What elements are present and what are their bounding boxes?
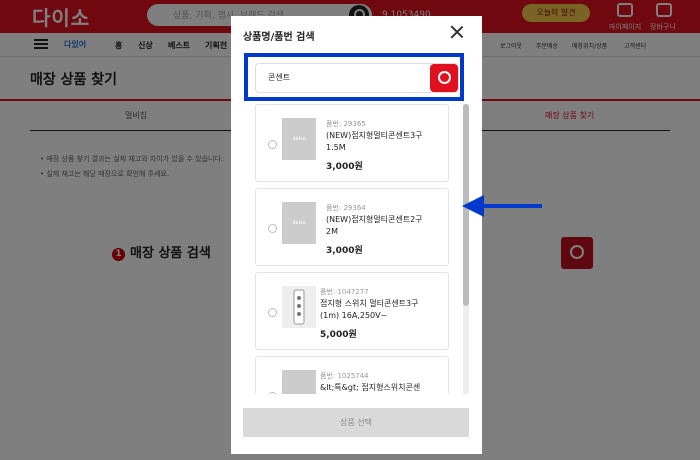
product-thumbnail: daiso <box>282 118 316 160</box>
product-price: 5,000원 <box>320 330 357 340</box>
modal-title: 상품명/품번 검색 <box>243 32 315 43</box>
product-card[interactable]: 품번: 1047277 접지형 스위치 멀티콘센트3구 (1m) 16A,250… <box>255 272 449 350</box>
product-name: 접지형 스위치 멀티콘센트3구 <box>320 299 419 308</box>
product-name-line2: 1.5M <box>326 143 346 152</box>
product-name-line2: 2M <box>326 227 338 236</box>
product-list[interactable]: daiso 품번: 29365 (NEW)접지형멀티콘센트3구 1.5M 3,0… <box>255 104 451 394</box>
product-card[interactable]: 품번: 1025744 &lt;특&gt; 접지형스위치콘센 <box>255 356 449 394</box>
product-sku: 품번: 29365 <box>326 120 366 128</box>
product-search-input[interactable]: 콘센트 <box>255 63 459 93</box>
product-radio[interactable] <box>268 392 277 394</box>
product-radio[interactable] <box>268 224 277 233</box>
product-card[interactable]: daiso 품번: 29365 (NEW)접지형멀티콘센트3구 1.5M 3,0… <box>255 104 449 182</box>
product-radio[interactable] <box>268 140 277 149</box>
product-price: 3,000원 <box>326 246 363 256</box>
product-card[interactable]: daiso 품번: 29364 (NEW)접지형멀티콘센트2구 2M 3,000… <box>255 188 449 266</box>
product-sku: 품번: 1047277 <box>320 288 369 296</box>
product-thumbnail <box>282 370 316 394</box>
modal-search-button[interactable] <box>430 64 458 92</box>
select-product-button[interactable]: 상품 선택 <box>243 408 469 437</box>
product-name-line2: (1m) 16A,250V~ <box>320 311 388 320</box>
pointer-arrow-icon <box>462 195 542 217</box>
power-strip-image <box>293 289 305 325</box>
product-name: (NEW)접지형멀티콘센트2구 <box>326 215 423 224</box>
product-radio[interactable] <box>268 308 277 317</box>
product-price: 3,000원 <box>326 162 363 172</box>
product-sku: 품번: 1025744 <box>320 372 369 380</box>
product-name: &lt;특&gt; 접지형스위치콘센 <box>320 383 421 392</box>
product-name: (NEW)접지형멀티콘센트3구 <box>326 131 423 140</box>
scrollbar[interactable] <box>463 104 469 394</box>
product-thumbnail <box>282 286 316 328</box>
product-sku: 품번: 29364 <box>326 204 366 212</box>
product-thumbnail: daiso <box>282 202 316 244</box>
close-icon[interactable] <box>449 24 465 40</box>
